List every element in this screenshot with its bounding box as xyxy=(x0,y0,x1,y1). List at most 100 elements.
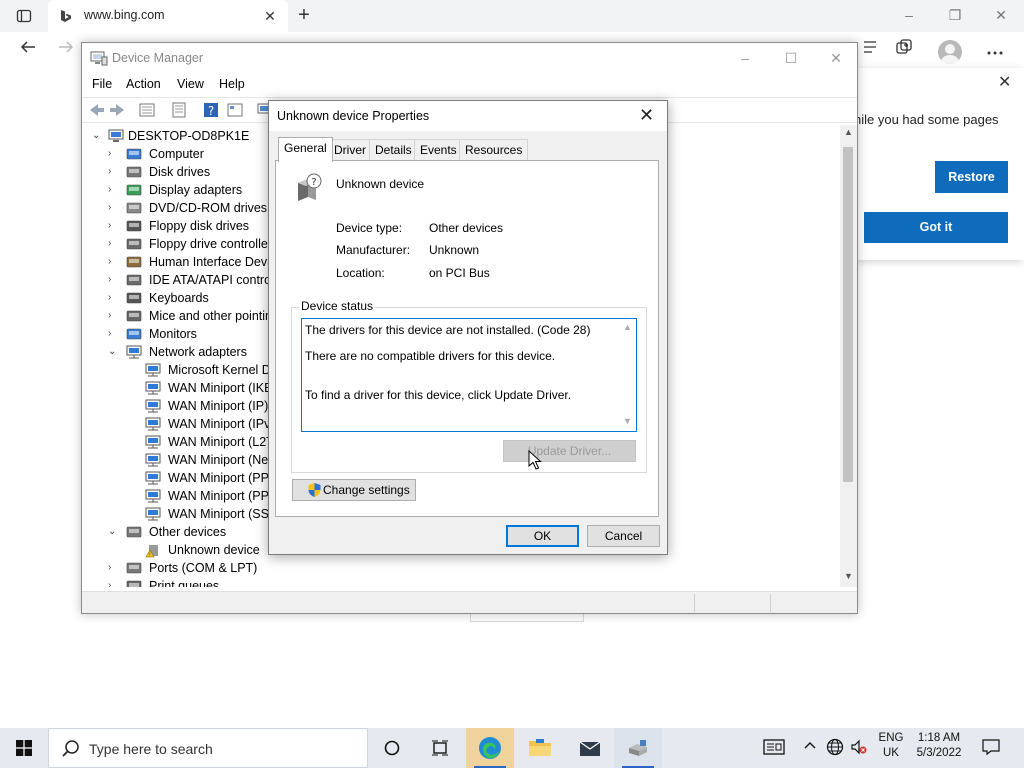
language-indicator[interactable]: ENG UK xyxy=(876,732,906,772)
menu-action[interactable]: Action xyxy=(126,77,161,91)
device-tree-scrollbar[interactable]: ▲ ▼ xyxy=(840,125,857,587)
tree-item-label: Computer xyxy=(149,147,204,161)
chevron-right-icon[interactable]: › xyxy=(108,184,118,196)
device-status-textbox[interactable]: The drivers for this device are not inst… xyxy=(301,318,637,432)
location-value: on PCI Bus xyxy=(429,266,490,280)
chevron-right-icon[interactable]: › xyxy=(108,580,118,587)
cortana-button[interactable] xyxy=(368,728,416,768)
chevron-down-icon[interactable]: ⌄ xyxy=(92,130,102,142)
change-settings-button[interactable]: Change settings xyxy=(292,479,416,501)
status-line-1: The drivers for this device are not inst… xyxy=(305,323,591,337)
network-icon xyxy=(145,399,161,413)
tree-item-label: WAN Miniport (IP) xyxy=(168,399,269,413)
task-view-icon xyxy=(432,740,448,756)
popup-message: hile you had some pages xyxy=(854,112,999,127)
dm-minimize-button[interactable]: – xyxy=(722,43,768,73)
chevron-right-icon[interactable]: › xyxy=(108,148,118,160)
toolbar-properties-icon[interactable] xyxy=(170,101,188,119)
general-tab-panel: ? Unknown device Device type: Other devi… xyxy=(275,160,659,517)
update-driver-button[interactable]: Update Driver... xyxy=(503,440,636,462)
device-type-value: Other devices xyxy=(429,221,504,235)
toolbar-tree-view-icon[interactable] xyxy=(138,101,156,119)
tab-details[interactable]: Details xyxy=(369,139,418,161)
monitor-icon xyxy=(126,328,142,340)
tab-events[interactable]: Events xyxy=(414,139,463,161)
news-widget-icon[interactable] xyxy=(763,738,785,758)
collections-icon[interactable] xyxy=(890,38,918,64)
browser-minimize-button[interactable]: – xyxy=(886,0,932,32)
browser-restore-button[interactable]: ❐ xyxy=(932,0,978,32)
chevron-right-icon[interactable]: › xyxy=(108,292,118,304)
status-scroll-up-icon[interactable]: ▲ xyxy=(623,322,632,332)
taskbar-edge[interactable] xyxy=(466,728,514,768)
chevron-down-icon[interactable]: ⌄ xyxy=(108,526,118,538)
chevron-right-icon[interactable]: › xyxy=(108,256,118,268)
manufacturer-value: Unknown xyxy=(429,243,480,257)
region-code: UK xyxy=(883,747,899,759)
start-button[interactable] xyxy=(0,728,48,768)
chevron-right-icon[interactable]: › xyxy=(108,562,118,574)
toolbar-forward-icon[interactable] xyxy=(108,101,126,119)
bing-favicon-icon xyxy=(61,10,71,22)
tab-driver[interactable]: Driver xyxy=(328,139,372,161)
mouse-cursor-icon xyxy=(528,450,542,470)
chevron-right-icon[interactable]: › xyxy=(108,166,118,178)
display-icon xyxy=(126,184,142,196)
dm-maximize-button[interactable]: ☐ xyxy=(768,43,814,73)
device-properties-dialog: Unknown device Properties ✕ General Driv… xyxy=(268,100,668,555)
taskbar-file-explorer[interactable] xyxy=(516,728,564,768)
popup-close-icon[interactable]: ✕ xyxy=(998,72,1011,92)
volume-muted-icon[interactable] xyxy=(850,738,870,758)
chevron-right-icon[interactable]: › xyxy=(108,328,118,340)
chevron-up-icon[interactable] xyxy=(802,738,822,758)
chevron-right-icon[interactable]: › xyxy=(108,238,118,250)
chevron-right-icon[interactable]: › xyxy=(108,202,118,214)
scrollbar-thumb[interactable] xyxy=(843,147,853,482)
browser-tab[interactable]: www.bing.com ✕ xyxy=(48,0,288,32)
favorites-icon[interactable] xyxy=(856,38,884,64)
tab-general[interactable]: General xyxy=(278,137,333,162)
tab-actions-icon[interactable] xyxy=(8,4,40,28)
restore-pages-popup: ✕ hile you had some pages Restore Got it xyxy=(850,68,1024,260)
more-options-icon[interactable] xyxy=(981,38,1009,64)
profile-avatar[interactable] xyxy=(938,40,962,64)
chevron-down-icon[interactable]: ⌄ xyxy=(108,346,118,358)
chevron-right-icon[interactable]: › xyxy=(108,310,118,322)
tree-item-label: DVD/CD-ROM drives xyxy=(149,201,268,215)
cancel-button[interactable]: Cancel xyxy=(587,525,660,547)
toolbar-help-icon[interactable]: ? xyxy=(202,101,220,119)
search-icon xyxy=(62,740,79,757)
taskbar-mail[interactable] xyxy=(566,728,614,768)
menu-file[interactable]: File xyxy=(92,77,112,91)
chevron-right-icon[interactable]: › xyxy=(108,274,118,286)
notifications-icon[interactable] xyxy=(982,738,1002,758)
status-scroll-down-icon[interactable]: ▼ xyxy=(623,416,632,426)
taskbar-device-manager[interactable] xyxy=(614,728,662,768)
got-it-button[interactable]: Got it xyxy=(864,212,1008,243)
tab-close-icon[interactable]: ✕ xyxy=(260,6,280,26)
back-arrow-icon[interactable] xyxy=(14,38,42,64)
tree-item-label: Keyboards xyxy=(149,291,209,305)
toolbar-list-icon[interactable] xyxy=(226,101,244,119)
taskbar-search-box[interactable]: Type here to search xyxy=(48,728,368,768)
menu-help[interactable]: Help xyxy=(219,77,245,91)
restore-button[interactable]: Restore xyxy=(935,161,1008,193)
menu-view[interactable]: View xyxy=(177,77,204,91)
network-globe-icon[interactable] xyxy=(826,738,846,758)
scroll-up-icon[interactable]: ▲ xyxy=(842,127,855,141)
toolbar-back-icon[interactable] xyxy=(88,101,106,119)
dialog-title: Unknown device Properties xyxy=(277,109,430,123)
ok-button[interactable]: OK xyxy=(506,525,579,547)
browser-close-button[interactable]: ✕ xyxy=(978,0,1024,32)
clock[interactable]: 1:18 AM 5/3/2022 xyxy=(910,732,968,772)
scroll-down-icon[interactable]: ▼ xyxy=(842,571,855,585)
task-view-button[interactable] xyxy=(416,728,464,768)
new-tab-button[interactable]: + xyxy=(292,4,316,28)
chevron-right-icon[interactable]: › xyxy=(108,220,118,232)
dialog-close-icon[interactable]: ✕ xyxy=(639,105,654,126)
status-scrollbar[interactable]: ▲ ▼ xyxy=(620,320,636,430)
tree-root-label: DESKTOP-OD8PK1E xyxy=(128,129,250,143)
forward-arrow-icon[interactable] xyxy=(52,38,80,64)
dm-close-button[interactable]: ✕ xyxy=(813,43,859,73)
tab-resources[interactable]: Resources xyxy=(459,139,529,161)
